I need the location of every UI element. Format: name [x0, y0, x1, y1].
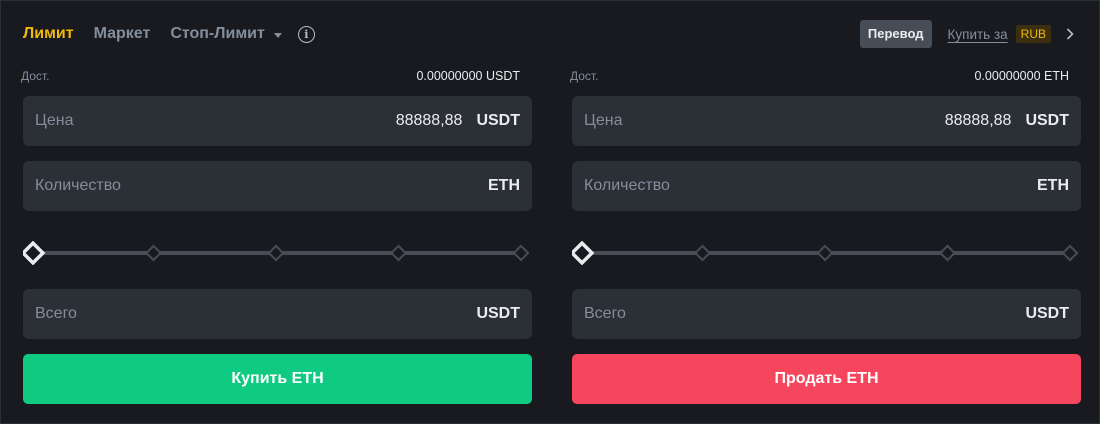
amount-unit: ETH — [488, 177, 520, 194]
tab-stop-limit-label: Стоп-Лимит — [170, 25, 265, 42]
slider-stop-25[interactable] — [145, 244, 162, 262]
total-field[interactable]: Всего USDT — [23, 289, 532, 339]
buy-for-link[interactable]: Купить за — [948, 27, 1008, 42]
price-unit: USDT — [476, 112, 520, 129]
transfer-button[interactable]: Перевод — [859, 20, 932, 48]
buy-panel: Дост. 0.00000000 USDT Цена 88888,88 USDT… — [21, 67, 532, 404]
slider-handle[interactable] — [572, 241, 595, 265]
slider-stop-50[interactable] — [816, 244, 834, 262]
amount-label: Количество — [35, 177, 121, 194]
available-balance-row: Дост. 0.00000000 ETH — [570, 67, 1081, 85]
sell-button[interactable]: Продать ETH — [572, 354, 1081, 404]
tab-stop-limit[interactable]: Стоп-Лимит — [170, 25, 282, 43]
tab-market[interactable]: Маркет — [94, 25, 151, 43]
available-balance-row: Дост. 0.00000000 USDT — [21, 67, 532, 85]
tab-limit[interactable]: Лимит — [23, 25, 74, 43]
chevron-right-icon[interactable] — [1063, 27, 1077, 41]
price-value[interactable]: 88888,88 — [396, 112, 463, 130]
total-label: Всего — [584, 305, 626, 322]
slider-stop-100[interactable] — [512, 244, 530, 262]
amount-slider[interactable] — [23, 241, 532, 265]
sell-panel: Дост. 0.00000000 ETH Цена 88888,88 USDT … — [570, 67, 1081, 404]
total-label: Всего — [35, 305, 77, 322]
available-label: Дост. — [570, 69, 599, 83]
header-actions: Перевод Купить за RUB — [859, 20, 1077, 48]
amount-label: Количество — [584, 177, 670, 194]
total-unit: USDT — [1025, 305, 1069, 322]
slider-track-svg — [572, 241, 1079, 265]
price-field[interactable]: Цена 88888,88 USDT — [23, 96, 532, 146]
amount-field[interactable]: Количество ETH — [572, 161, 1081, 211]
currency-badge[interactable]: RUB — [1015, 25, 1051, 43]
price-label: Цена — [584, 112, 623, 129]
available-label: Дост. — [21, 69, 50, 83]
slider-handle[interactable] — [23, 241, 46, 265]
slider-track-svg — [23, 241, 530, 265]
buy-button[interactable]: Купить ETH — [23, 354, 532, 404]
slider-stop-75[interactable] — [939, 244, 956, 262]
price-field[interactable]: Цена 88888,88 USDT — [572, 96, 1081, 146]
available-value: 0.00000000 USDT — [416, 69, 520, 83]
slider-stop-75[interactable] — [390, 244, 407, 262]
amount-field[interactable]: Количество ETH — [23, 161, 532, 211]
amount-unit: ETH — [1037, 177, 1069, 194]
slider-stop-50[interactable] — [267, 244, 285, 262]
order-type-header: Лимит Маркет Стоп-Лимит i Перевод Купить… — [23, 20, 1077, 48]
amount-slider[interactable] — [572, 241, 1081, 265]
total-field[interactable]: Всего USDT — [572, 289, 1081, 339]
info-icon[interactable]: i — [297, 25, 315, 43]
price-label: Цена — [35, 112, 74, 129]
slider-stop-25[interactable] — [694, 244, 711, 262]
caret-down-icon — [273, 32, 282, 38]
price-value[interactable]: 88888,88 — [945, 112, 1012, 130]
available-value: 0.00000000 ETH — [974, 69, 1069, 83]
price-unit: USDT — [1025, 112, 1069, 129]
trade-form: Лимит Маркет Стоп-Лимит i Перевод Купить… — [0, 0, 1100, 424]
total-unit: USDT — [476, 305, 520, 322]
slider-stop-100[interactable] — [1061, 244, 1079, 262]
